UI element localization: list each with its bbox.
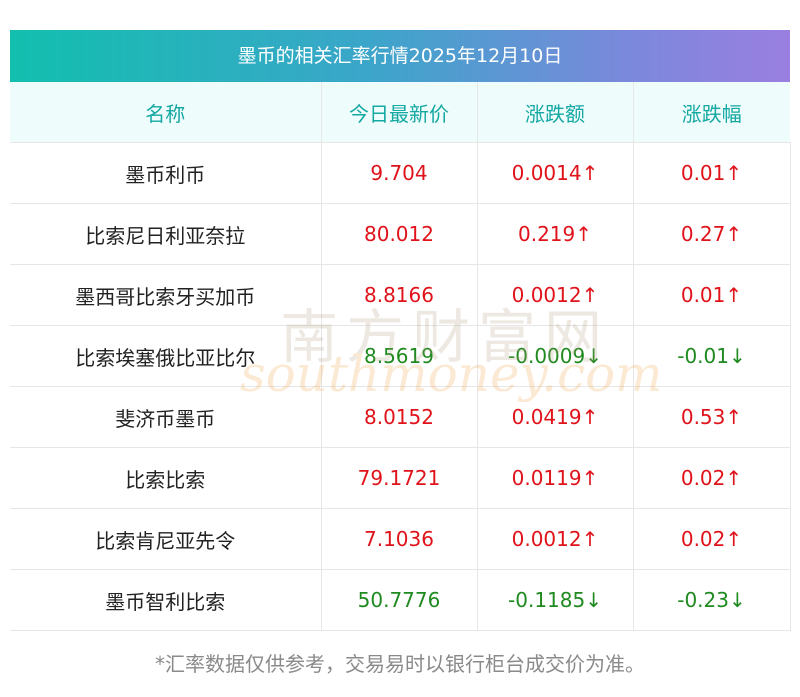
- table-row: 比索尼日利亚奈拉 80.012 0.219↑ 0.27↑: [10, 203, 791, 265]
- cell-percent: 0.01↑: [632, 142, 791, 204]
- column-header-change: 涨跌额: [476, 82, 633, 143]
- table-row: 墨币利币 9.704 0.0014↑ 0.01↑: [10, 142, 791, 204]
- table-row: 斐济币墨币 8.0152 0.0419↑ 0.53↑: [10, 386, 791, 448]
- cell-name: 墨西哥比索牙买加币: [10, 264, 321, 326]
- cell-name: 比索肯尼亚先令: [10, 508, 321, 570]
- cell-percent: 0.01↑: [632, 264, 791, 326]
- cell-name: 斐济币墨币: [10, 386, 321, 448]
- cell-percent: 0.02↑: [632, 508, 791, 570]
- cell-name: 比索埃塞俄比亚比尔: [10, 325, 321, 387]
- cell-price: 8.8166: [320, 264, 477, 326]
- table-row: 比索肯尼亚先令 7.1036 0.0012↑ 0.02↑: [10, 508, 791, 570]
- table-row: 比索埃塞俄比亚比尔 8.5619 -0.0009↓ -0.01↓: [10, 325, 791, 387]
- table-row: 比索比索 79.1721 0.0119↑ 0.02↑: [10, 447, 791, 509]
- cell-price: 7.1036: [320, 508, 477, 570]
- cell-percent: 0.53↑: [632, 386, 791, 448]
- cell-price: 80.012: [320, 203, 477, 265]
- table-header-row: 名称 今日最新价 涨跌额 涨跌幅: [10, 82, 790, 143]
- footnote: *汇率数据仅供参考，交易易时以银行柜台成交价为准。: [155, 652, 645, 676]
- page-title: 墨币的相关汇率行情2025年12月10日: [10, 30, 790, 82]
- cell-percent: 0.27↑: [632, 203, 791, 265]
- cell-change: -0.1185↓: [476, 569, 633, 631]
- cell-name: 比索比索: [10, 447, 321, 509]
- cell-change: 0.219↑: [476, 203, 633, 265]
- cell-name: 墨币智利比索: [10, 569, 321, 631]
- column-header-price: 今日最新价: [320, 82, 477, 143]
- cell-percent: 0.02↑: [632, 447, 791, 509]
- cell-price: 8.5619: [320, 325, 477, 387]
- cell-price: 9.704: [320, 142, 477, 204]
- cell-change: 0.0419↑: [476, 386, 633, 448]
- column-header-percent: 涨跌幅: [632, 82, 790, 143]
- cell-change: 0.0119↑: [476, 447, 633, 509]
- cell-percent: -0.23↓: [632, 569, 791, 631]
- cell-name: 墨币利币: [10, 142, 321, 204]
- cell-change: 0.0012↑: [476, 264, 633, 326]
- cell-name: 比索尼日利亚奈拉: [10, 203, 321, 265]
- exchange-rate-table: 名称 今日最新价 涨跌额 涨跌幅 墨币利币 9.704 0.0014↑ 0.01↑ 比索…: [10, 82, 791, 631]
- cell-price: 50.7776: [320, 569, 477, 631]
- table-row: 墨西哥比索牙买加币 8.8166 0.0012↑ 0.01↑: [10, 264, 791, 326]
- cell-price: 8.0152: [320, 386, 477, 448]
- column-header-name: 名称: [10, 82, 321, 143]
- cell-change: 0.0012↑: [476, 508, 633, 570]
- cell-change: -0.0009↓: [476, 325, 633, 387]
- cell-price: 79.1721: [320, 447, 477, 509]
- cell-change: 0.0014↑: [476, 142, 633, 204]
- cell-percent: -0.01↓: [632, 325, 791, 387]
- table-row: 墨币智利比索 50.7776 -0.1185↓ -0.23↓: [10, 569, 791, 631]
